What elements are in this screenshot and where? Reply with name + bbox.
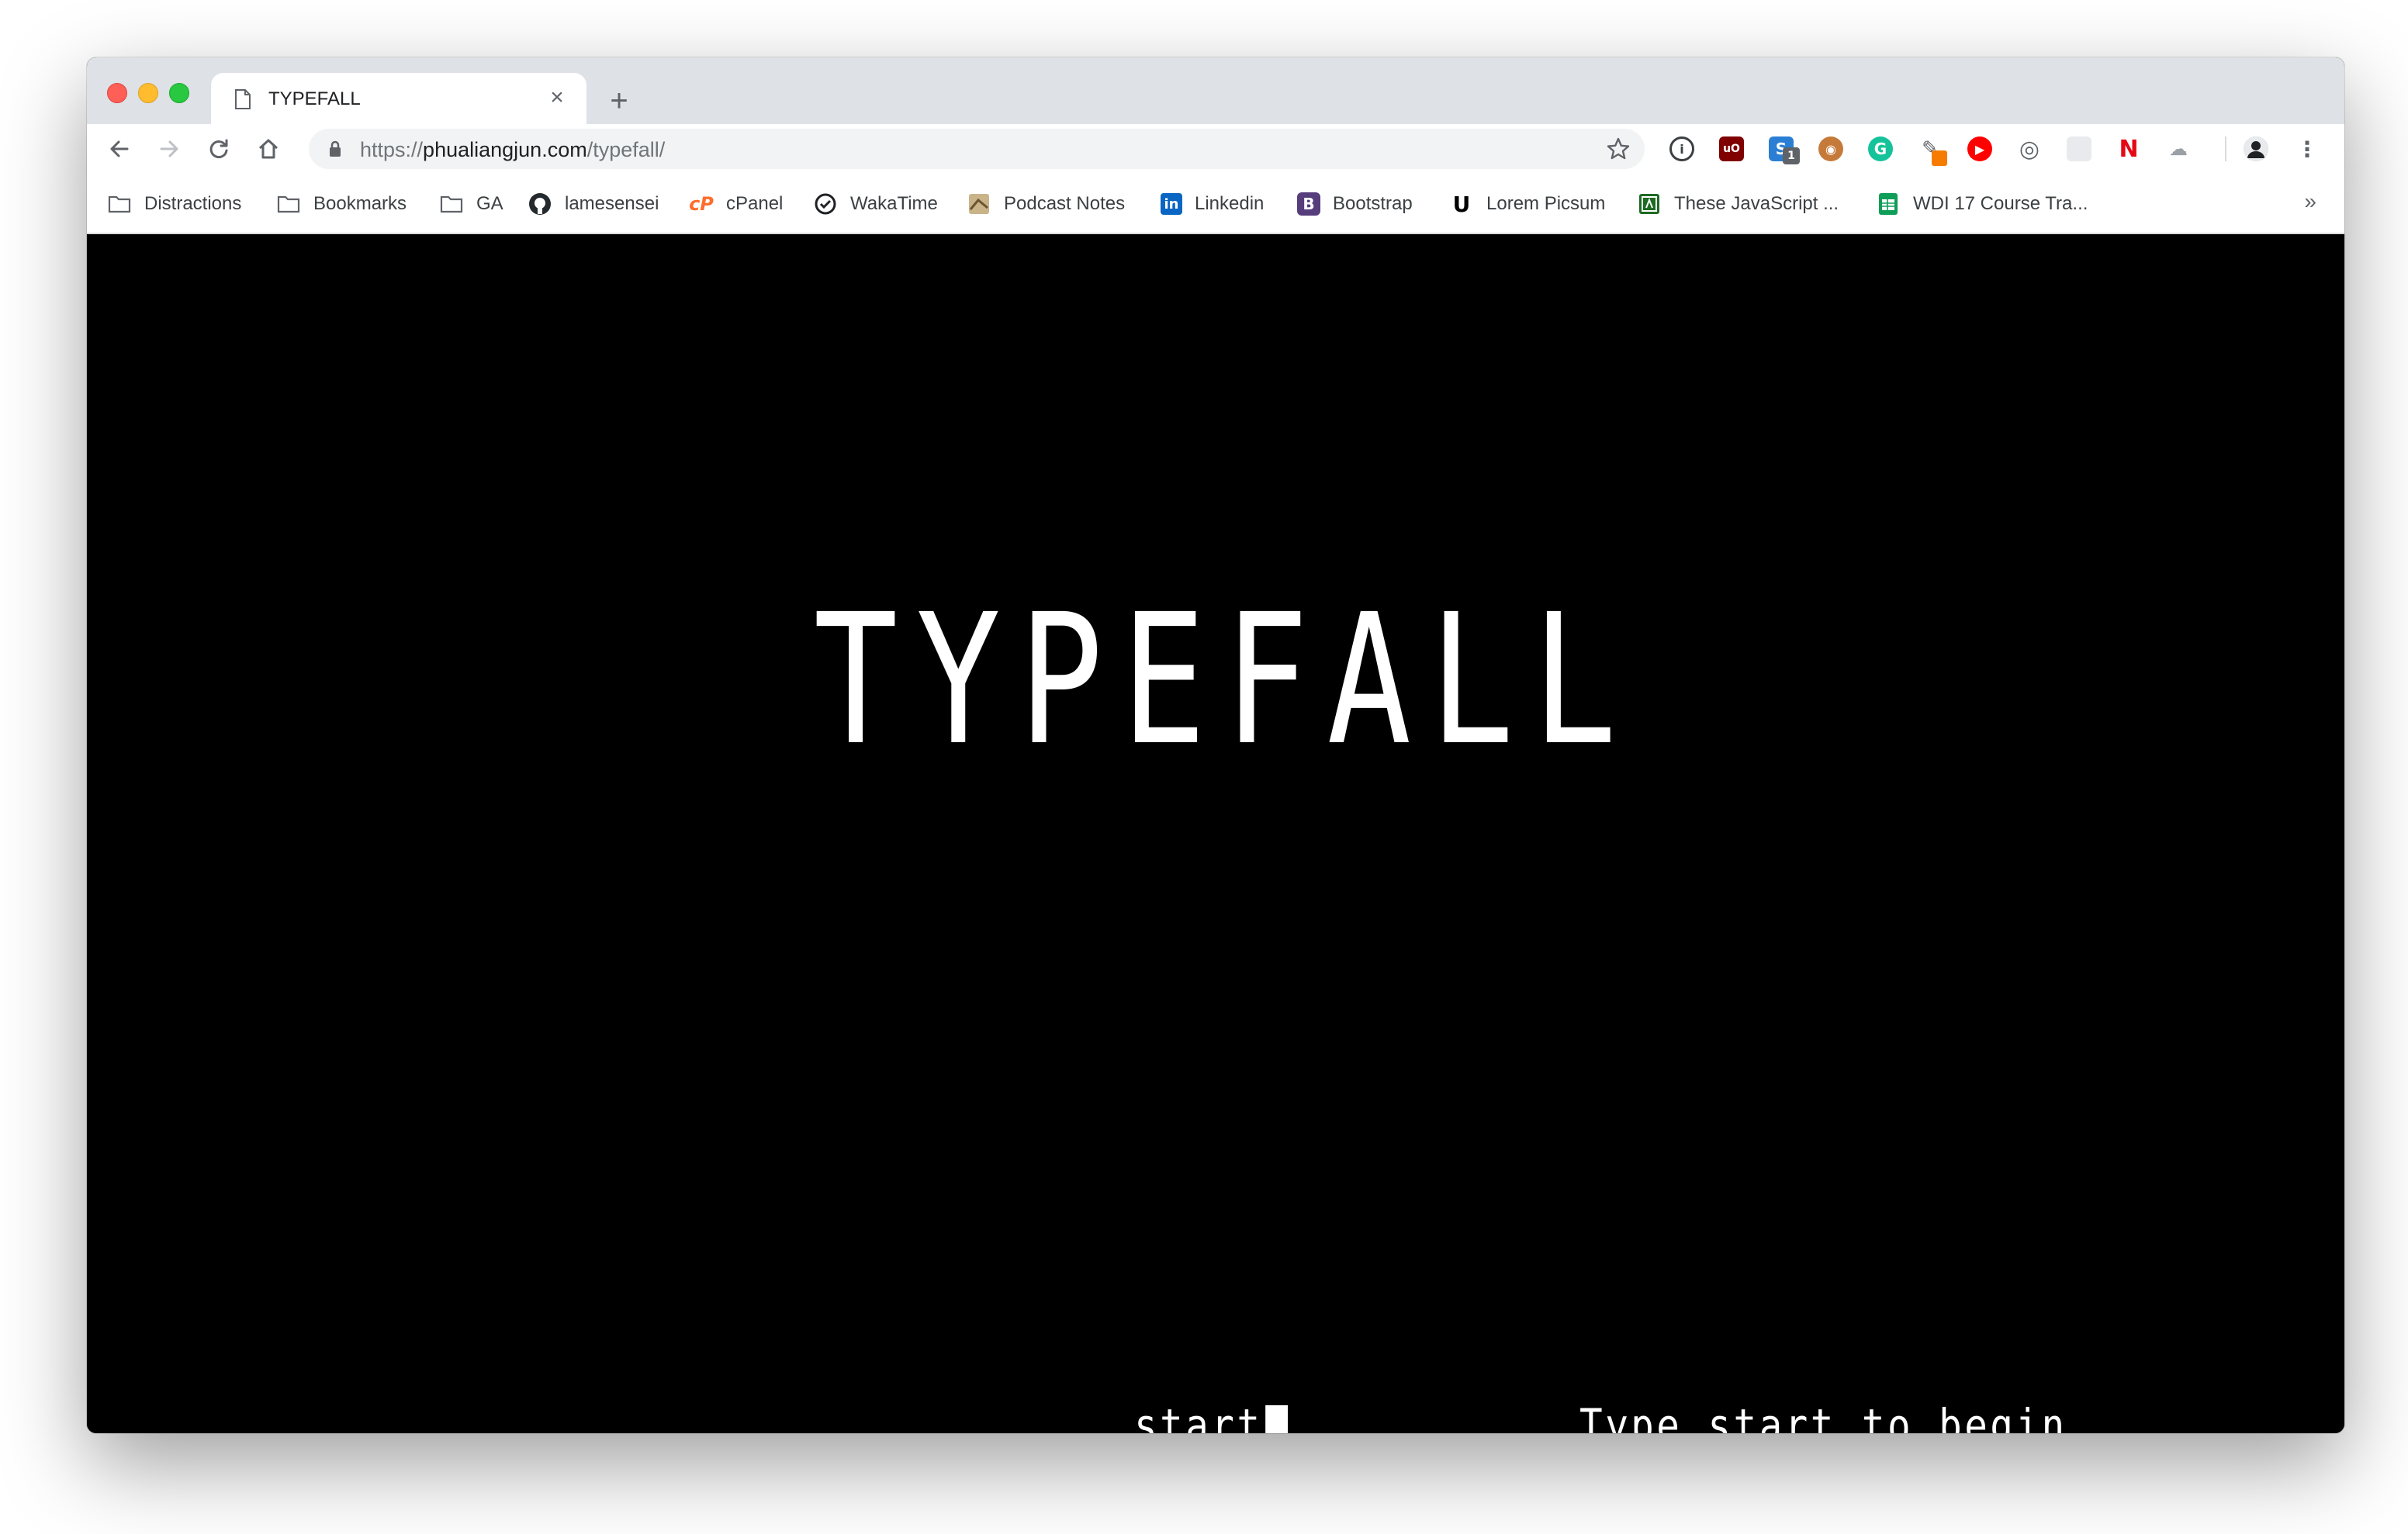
bookmark-distractions[interactable]: Distractions [107, 191, 241, 217]
fullscreen-window-button[interactable] [169, 83, 189, 103]
close-window-button[interactable] [107, 83, 127, 103]
github-icon [528, 192, 552, 216]
bookmark-bootstrap[interactable]: B Bootstrap [1297, 191, 1413, 217]
cpanel-icon: cP [689, 193, 714, 215]
bookmark-label: lamesensei [565, 193, 659, 214]
bookmark-label: Lorem Picsum [1486, 193, 1606, 214]
browser-window: TYPEFALL × + https://phualiangjun.com/ty… [87, 57, 2344, 1433]
onepassword-icon[interactable]: i [1669, 136, 1694, 161]
home-icon [258, 139, 279, 159]
arrow-right-icon [160, 140, 178, 157]
typing-input[interactable]: start [1134, 1398, 1288, 1433]
bookmark-bookmarks[interactable]: Bookmarks [276, 191, 407, 217]
folder-icon [276, 192, 301, 216]
bookmark-cpanel[interactable]: cP cPanel [689, 191, 783, 217]
bookmark-star-icon[interactable] [1606, 136, 1631, 161]
minimize-window-button[interactable] [138, 83, 158, 103]
bookmarks-overflow-button[interactable]: » [2304, 189, 2316, 214]
toolbar-divider [2225, 136, 2226, 161]
bookmark-label: Bookmarks [313, 193, 407, 214]
bootstrap-icon: B [1297, 192, 1320, 216]
target-icon[interactable]: ◎ [2017, 136, 2042, 163]
wakatime-icon [813, 192, 838, 216]
url-text[interactable]: https://phualiangjun.com/typefall/ [360, 138, 665, 162]
bookmark-label: Linkedin [1195, 193, 1265, 214]
podcast-notes-icon [967, 192, 991, 216]
arrow-left-icon [110, 140, 129, 157]
forward-button[interactable] [152, 132, 186, 166]
cloud-extension-icon[interactable]: ☁ [2166, 136, 2191, 161]
bookmark-these-javascript[interactable]: These JavaScript ... [1637, 191, 1839, 217]
bookmarks-bar: Distractions Bookmarks GA lamesensei cP … [87, 174, 2344, 234]
game-title: TYPEFALL [813, 575, 1635, 785]
bookmark-wakatime[interactable]: WakaTime [813, 191, 938, 217]
tab-typefall[interactable]: TYPEFALL × [211, 73, 586, 124]
browser-menu-icon[interactable]: ⋮ [2295, 136, 2320, 162]
game-viewport[interactable]: TYPEFALL start Type start to begin [87, 234, 2344, 1433]
tab-strip: TYPEFALL × + [87, 57, 2344, 124]
bookmark-podcast-notes[interactable]: Podcast Notes [967, 191, 1125, 217]
url-path: /typefall/ [586, 138, 666, 161]
linkedin-icon: in [1161, 193, 1182, 215]
extension-badge: 1 [1783, 147, 1800, 164]
bookmark-label: Podcast Notes [1004, 193, 1126, 214]
document-icon [235, 89, 251, 109]
browser-toolbar: https://phualiangjun.com/typefall/ i uO … [87, 124, 2344, 174]
tab-close-icon[interactable]: × [543, 84, 571, 112]
bookmark-ga[interactable]: GA [439, 191, 503, 217]
start-hint: Type start to begin [1579, 1399, 2067, 1433]
monkey-extension-icon[interactable]: ◉ [1818, 136, 1843, 161]
typed-text: start [1134, 1399, 1263, 1433]
text-cursor [1265, 1405, 1288, 1433]
profile-avatar[interactable] [2244, 136, 2268, 161]
grammarly-icon[interactable]: G [1868, 136, 1893, 161]
folder-icon [107, 192, 132, 216]
eyedropper-swatch [1932, 150, 1947, 166]
grid-extension-icon[interactable] [2067, 136, 2091, 161]
sheets-icon [1876, 192, 1901, 216]
unsplash-icon: U [1452, 191, 1471, 217]
bookmark-label: Distractions [144, 193, 242, 214]
netflix-icon[interactable]: N [2116, 136, 2141, 163]
url-scheme: https:// [360, 138, 424, 161]
back-button[interactable] [102, 132, 137, 166]
bookmark-label: GA [476, 193, 503, 214]
home-button[interactable] [251, 132, 285, 166]
bookmark-lamesensei[interactable]: lamesensei [528, 191, 659, 217]
ublock-icon[interactable]: uO [1719, 136, 1744, 161]
bookmark-linkedin[interactable]: in Linkedin [1161, 191, 1264, 217]
reload-button[interactable] [202, 132, 236, 166]
address-bar[interactable]: https://phualiangjun.com/typefall/ [309, 129, 1645, 169]
tab-title: TYPEFALL [268, 88, 361, 109]
javascript-icon [1637, 192, 1662, 216]
bookmark-lorem-picsum[interactable]: U Lorem Picsum [1449, 191, 1606, 217]
reload-icon [209, 139, 228, 158]
play-icon[interactable]: ▶ [1967, 136, 1992, 161]
bookmark-label: Bootstrap [1333, 193, 1413, 214]
bookmark-label: These JavaScript ... [1674, 193, 1839, 214]
new-tab-button[interactable]: + [602, 84, 636, 118]
lock-icon [330, 140, 341, 157]
user-icon [2244, 136, 2268, 161]
bookmark-label: cPanel [726, 193, 784, 214]
bookmark-label: WDI 17 Course Tra... [1913, 193, 2088, 214]
bookmark-label: WakaTime [850, 193, 938, 214]
folder-icon [439, 192, 464, 216]
bookmark-wdi-17[interactable]: WDI 17 Course Tra... [1876, 191, 2088, 217]
url-host: phualiangjun.com [423, 138, 587, 161]
